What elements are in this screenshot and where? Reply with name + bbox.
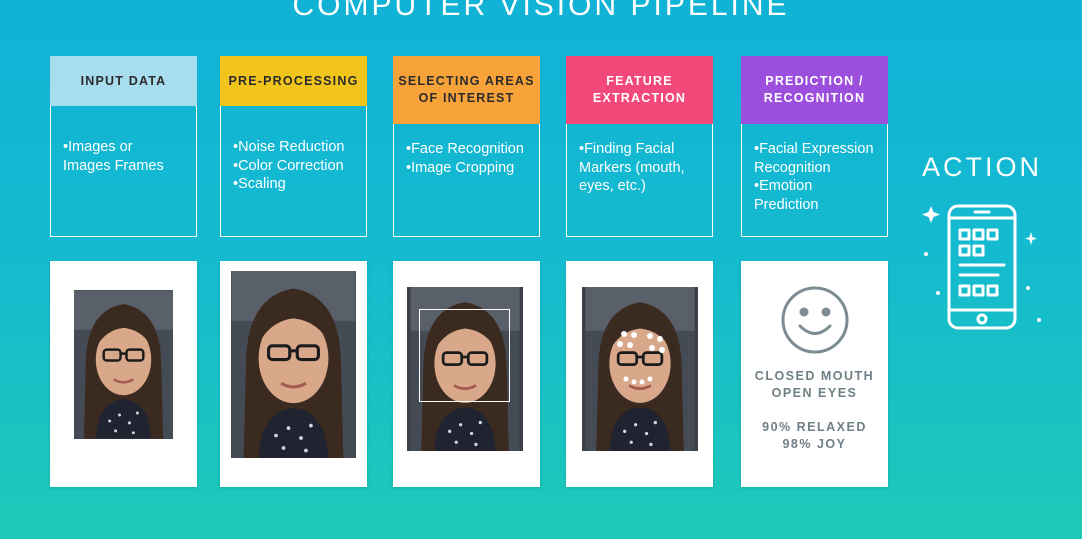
stage-selecting-areas: SELECTING AREAS OF INTEREST •Face Recogn… [393,56,540,237]
stage-feature-extraction: FEATURE EXTRACTION •Finding Facial Marke… [566,56,713,237]
result-line-closed-mouth: CLOSED MOUTH [754,369,875,383]
preprocessed-photo-card [220,261,367,487]
stage-label-line: RECOGNITION [763,91,866,105]
stage-label-line: PREDICTION / [765,74,864,88]
stage-description: •Finding Facial Markers (mouth, eyes, et… [566,124,713,237]
input-photo-card [50,261,197,487]
stage-label: SELECTING AREAS OF INTEREST [398,73,534,107]
bullet-text: Recognition [754,159,831,176]
face-photo [74,290,173,439]
cropped-photo-card [393,261,540,487]
stage-header: PRE-PROCESSING [220,56,367,106]
stage-label: PREDICTION / RECOGNITION [764,73,865,107]
stage-label-line: OF INTEREST [418,91,515,105]
bullet-text: Prediction [754,196,819,213]
stage-header: FEATURE EXTRACTION [566,56,713,124]
stage-label: FEATURE EXTRACTION [593,73,686,107]
facial-markers [617,331,665,385]
prediction-result-card: CLOSED MOUTH OPEN EYES 90% RELAXED 98% J… [741,261,888,487]
bullet-text: •Image Cropping [406,159,515,176]
smartphone-app-icon [922,204,1041,330]
stage-header: PREDICTION / RECOGNITION [741,56,888,124]
bullet-text: •Noise Reduction [233,139,345,155]
result-line-relaxed: 90% RELAXED [762,420,867,434]
feature-photo-card [566,261,713,487]
stage-label-line: EXTRACTION [592,91,687,105]
stage-description: •Face Recognition •Image Cropping [393,124,540,237]
pipeline-title: COMPUTER VISION PIPELINE [292,0,790,22]
stage-input-data: INPUT DATA •Images or Images Frames [50,56,197,237]
bullet-text: eyes, etc.) [579,178,646,194]
bullet-text: •Color Correction [233,157,344,174]
result-line-open-eyes: OPEN EYES [771,386,858,400]
result-line-joy: 98% JOY [782,437,847,451]
action-title: ACTION [922,152,1043,182]
bullet-text: •Emotion [754,178,813,194]
stage-description: •Noise Reduction •Color Correction •Scal… [220,106,367,237]
stage-pre-processing: PRE-PROCESSING •Noise Reduction •Color C… [220,56,367,237]
bullet-text: •Finding Facial [579,141,675,157]
stage-header: SELECTING AREAS OF INTEREST [393,56,540,124]
stage-label-line: SELECTING AREAS [398,74,535,88]
stage-description: •Facial Expression Recognition •Emotion … [741,124,888,237]
bullet-text: •Facial Expression [754,141,874,157]
stage-label: INPUT DATA [80,73,167,88]
face-detection-box [419,309,510,402]
stage-header: INPUT DATA [50,56,197,106]
bullet-text: Markers (mouth, [579,159,685,176]
stage-description: •Images or Images Frames [50,106,197,237]
smiley-face-icon [781,286,849,354]
bullet-text: Images Frames [63,157,164,174]
stage-label: PRE-PROCESSING [228,73,359,88]
stage-label-line: FEATURE [606,74,673,88]
bullet-text: •Face Recognition [406,141,524,157]
stage-prediction: PREDICTION / RECOGNITION •Facial Express… [741,56,888,237]
face-photo [231,271,356,458]
bullet-text: •Images or [63,139,133,155]
bullet-text: •Scaling [233,176,286,192]
